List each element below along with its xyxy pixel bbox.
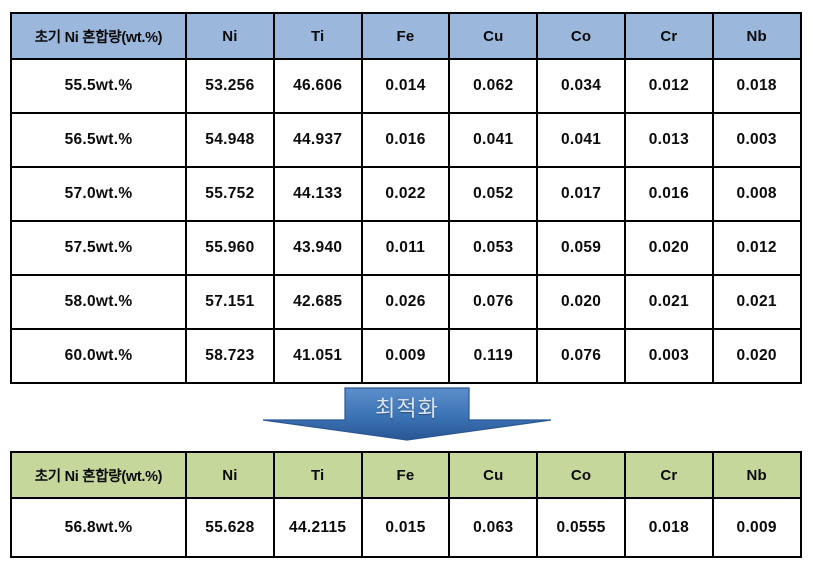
column-header-ni: Ni (185, 451, 275, 499)
cell-ti: 44.133 (272, 166, 363, 222)
cell-nb: 0.003 (711, 112, 802, 168)
table-row: 57.0wt.% 55.752 44.133 0.022 0.052 0.017… (10, 166, 802, 222)
cell-fe: 0.026 (360, 274, 451, 330)
cell-cu: 0.076 (448, 274, 539, 330)
table-row: 56.5wt.% 54.948 44.937 0.016 0.041 0.041… (10, 112, 802, 168)
cell-nb: 0.021 (711, 274, 802, 330)
cell-fe: 0.022 (360, 166, 451, 222)
cell-cr: 0.018 (623, 497, 714, 558)
cell-initial-ni: 60.0wt.% (10, 328, 187, 384)
cell-ti: 42.685 (272, 274, 363, 330)
column-header-ni: Ni (185, 12, 275, 60)
cell-ni: 55.960 (185, 220, 275, 276)
cell-fe: 0.011 (360, 220, 451, 276)
cell-ni: 58.723 (185, 328, 275, 384)
column-header-co: Co (536, 451, 626, 499)
cell-co: 0.020 (536, 274, 626, 330)
cell-cr: 0.021 (623, 274, 714, 330)
cell-cu: 0.041 (448, 112, 539, 168)
cell-initial-ni: 55.5wt.% (10, 58, 187, 114)
cell-co: 0.059 (536, 220, 626, 276)
cell-initial-ni: 56.8wt.% (10, 497, 187, 558)
column-header-cr: Cr (623, 12, 714, 60)
cell-initial-ni: 57.0wt.% (10, 166, 187, 222)
cell-co: 0.041 (536, 112, 626, 168)
cell-ni: 53.256 (185, 58, 275, 114)
column-header-initial-ni: 초기 Ni 혼합량(wt.%) (10, 12, 187, 60)
down-arrow-icon (262, 387, 552, 441)
column-header-initial-ni: 초기 Ni 혼합량(wt.%) (10, 451, 187, 499)
cell-ni: 55.628 (185, 497, 275, 558)
cell-ti: 44.937 (272, 112, 363, 168)
table-row: 56.8wt.% 55.628 44.2115 0.015 0.063 0.05… (10, 497, 802, 558)
column-header-cu: Cu (448, 12, 539, 60)
cell-cu: 0.053 (448, 220, 539, 276)
cell-fe: 0.014 (360, 58, 451, 114)
cell-co: 0.076 (536, 328, 626, 384)
cell-cr: 0.020 (623, 220, 714, 276)
cell-nb: 0.008 (711, 166, 802, 222)
cell-cu: 0.062 (448, 58, 539, 114)
cell-ti: 41.051 (272, 328, 363, 384)
cell-ni: 55.752 (185, 166, 275, 222)
table-row: 57.5wt.% 55.960 43.940 0.011 0.053 0.059… (10, 220, 802, 276)
cell-nb: 0.012 (711, 220, 802, 276)
cell-co: 0.0555 (536, 497, 626, 558)
cell-initial-ni: 57.5wt.% (10, 220, 187, 276)
optimized-composition-table: 초기 Ni 혼합량(wt.%) Ni Ti Fe Cu Co Cr Nb 56.… (10, 451, 802, 558)
column-header-nb: Nb (711, 12, 802, 60)
initial-ni-mixing-results-table: 초기 Ni 혼합량(wt.%) Ni Ti Fe Cu Co Cr Nb 55.… (10, 12, 802, 384)
cell-initial-ni: 56.5wt.% (10, 112, 187, 168)
cell-cr: 0.003 (623, 328, 714, 384)
cell-nb: 0.018 (711, 58, 802, 114)
column-header-fe: Fe (360, 12, 451, 60)
cell-cu: 0.052 (448, 166, 539, 222)
table-header-row: 초기 Ni 혼합량(wt.%) Ni Ti Fe Cu Co Cr Nb (10, 12, 802, 60)
cell-fe: 0.016 (360, 112, 451, 168)
cell-ti: 43.940 (272, 220, 363, 276)
table-row: 58.0wt.% 57.151 42.685 0.026 0.076 0.020… (10, 274, 802, 330)
cell-ti: 46.606 (272, 58, 363, 114)
cell-cr: 0.013 (623, 112, 714, 168)
table-row: 55.5wt.% 53.256 46.606 0.014 0.062 0.034… (10, 58, 802, 114)
cell-cr: 0.012 (623, 58, 714, 114)
column-header-ti: Ti (272, 451, 363, 499)
table-header-row: 초기 Ni 혼합량(wt.%) Ni Ti Fe Cu Co Cr Nb (10, 451, 802, 499)
cell-co: 0.034 (536, 58, 626, 114)
cell-ti: 44.2115 (272, 497, 363, 558)
cell-cr: 0.016 (623, 166, 714, 222)
column-header-cu: Cu (448, 451, 539, 499)
column-header-ti: Ti (272, 12, 363, 60)
optimization-arrow: 최적화 (262, 387, 552, 441)
cell-cu: 0.063 (448, 497, 539, 558)
column-header-nb: Nb (711, 451, 802, 499)
column-header-co: Co (536, 12, 626, 60)
cell-ni: 54.948 (185, 112, 275, 168)
cell-fe: 0.015 (360, 497, 451, 558)
cell-initial-ni: 58.0wt.% (10, 274, 187, 330)
slide-canvas: 초기 Ni 혼합량(wt.%) Ni Ti Fe Cu Co Cr Nb 55.… (0, 0, 815, 567)
cell-ni: 57.151 (185, 274, 275, 330)
cell-nb: 0.020 (711, 328, 802, 384)
cell-cu: 0.119 (448, 328, 539, 384)
column-header-cr: Cr (623, 451, 714, 499)
cell-nb: 0.009 (711, 497, 802, 558)
column-header-fe: Fe (360, 451, 451, 499)
cell-fe: 0.009 (360, 328, 451, 384)
table-row: 60.0wt.% 58.723 41.051 0.009 0.119 0.076… (10, 328, 802, 384)
cell-co: 0.017 (536, 166, 626, 222)
